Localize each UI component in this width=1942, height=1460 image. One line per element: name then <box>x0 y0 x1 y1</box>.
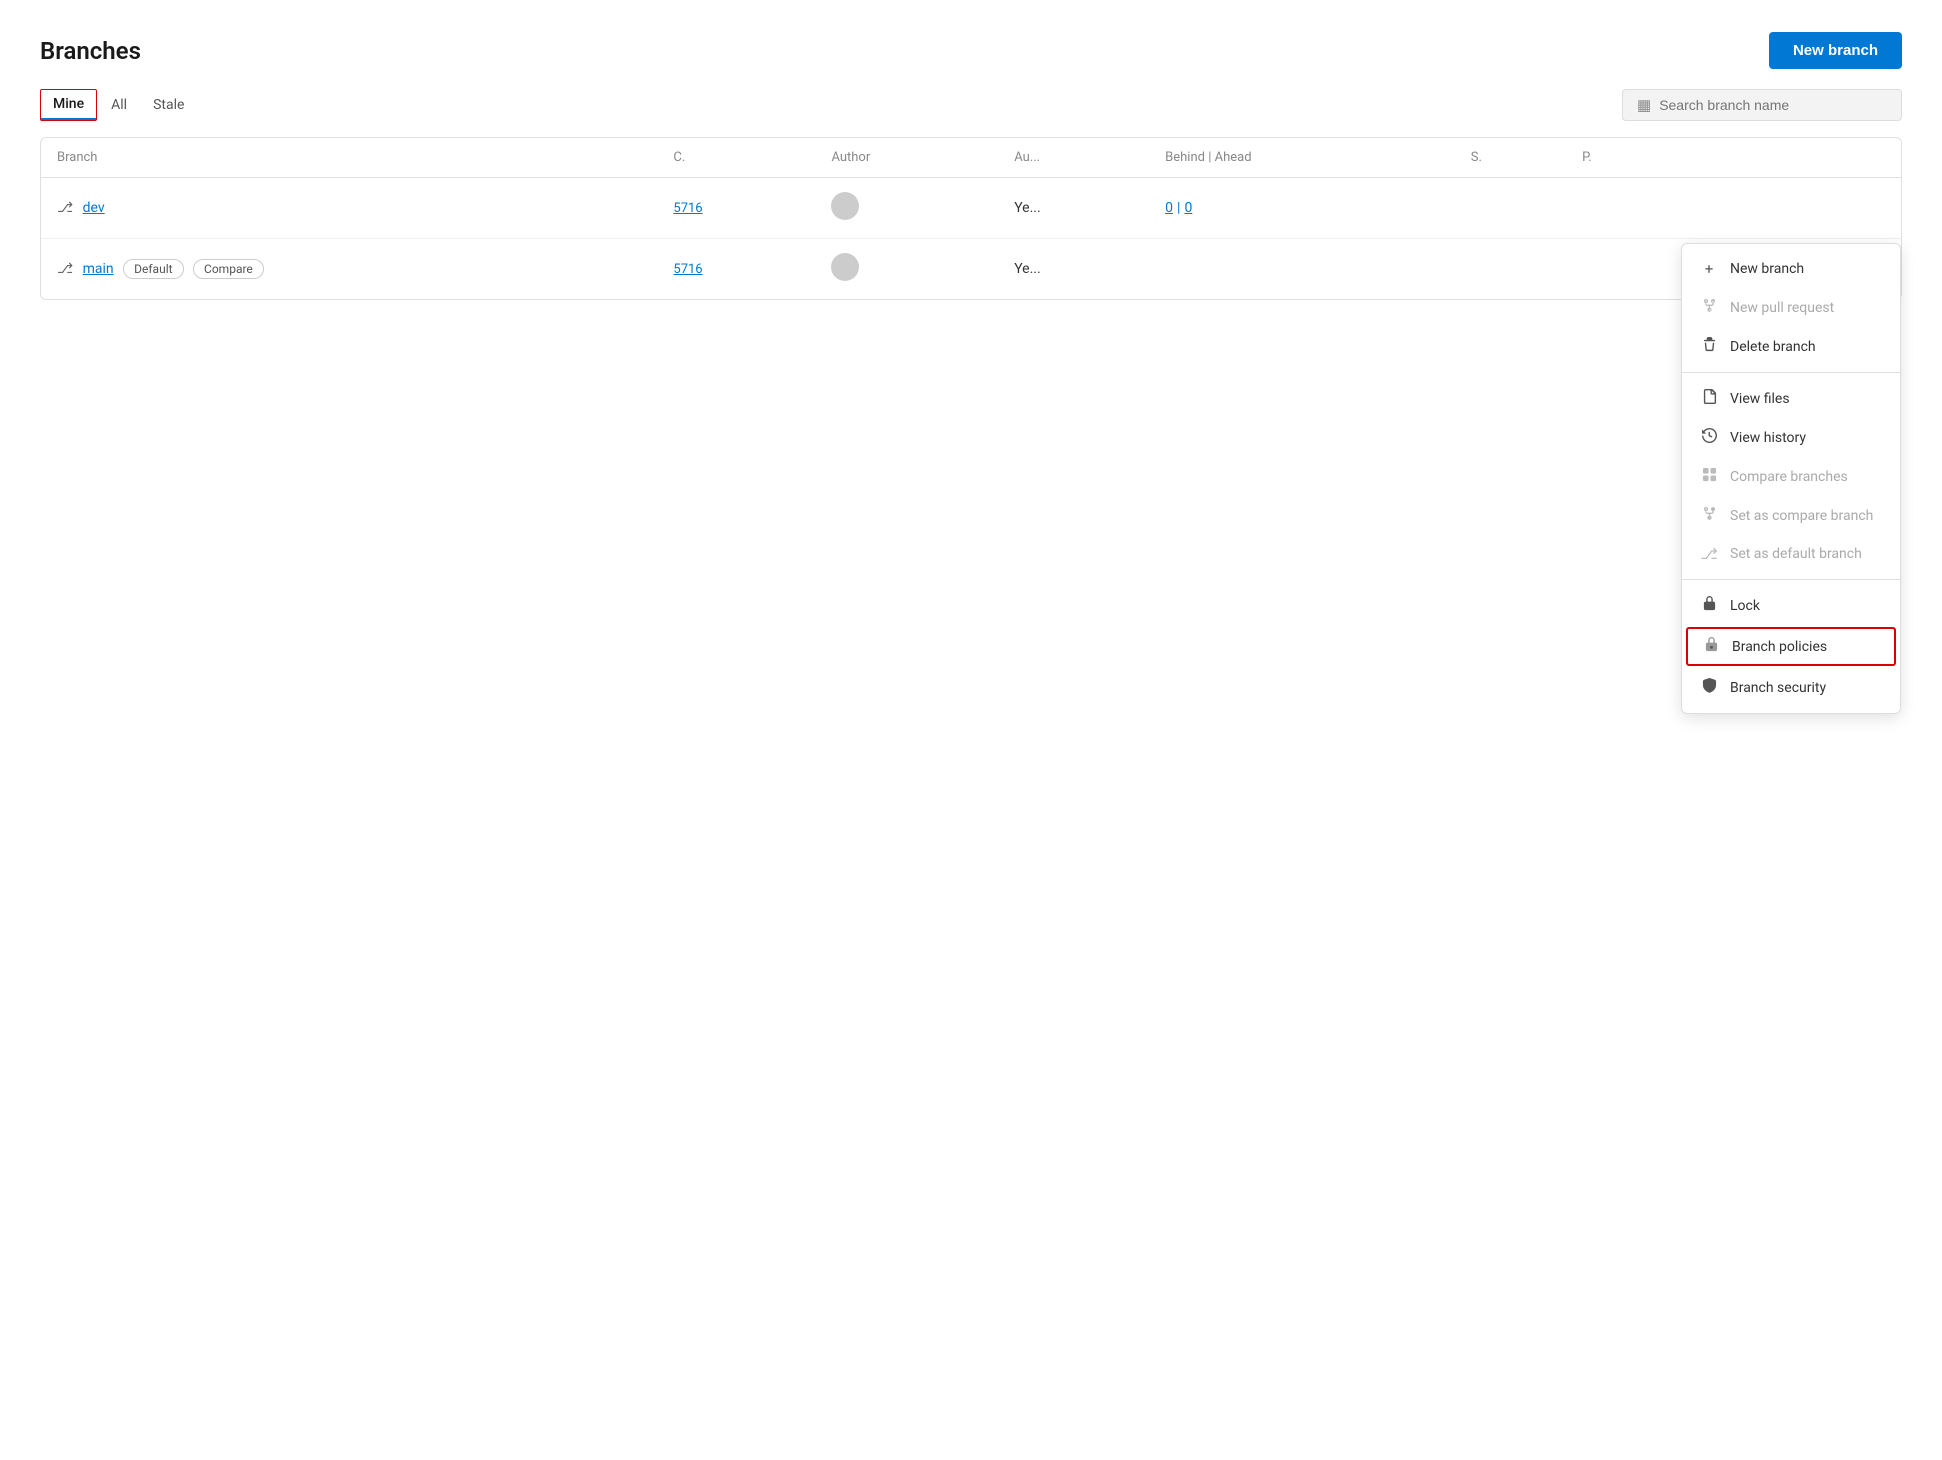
branch-security-icon <box>1700 678 1718 697</box>
new-branch-button[interactable]: New branch <box>1769 32 1902 69</box>
branch-icon: ⎇ <box>57 200 73 216</box>
dropdown-item-view-files[interactable]: View files <box>1682 379 1900 418</box>
set-compare-icon <box>1700 506 1718 525</box>
branches-page: Branches New branch Mine All Stale ▦ <box>0 0 1942 332</box>
dropdown-label-compare-branches: Compare branches <box>1730 469 1848 485</box>
dropdown-item-delete-branch[interactable]: Delete branch <box>1682 327 1900 366</box>
search-box[interactable]: ▦ <box>1622 89 1902 121</box>
p-cell-main <box>1566 239 1673 300</box>
commit-link-main[interactable]: 5716 <box>673 262 702 277</box>
page-header: Branches New branch <box>40 32 1902 69</box>
branches-table-container: Branch C. Author Au... Behind | Ahead S.… <box>40 137 1902 300</box>
dropdown-label-set-default: Set as default branch <box>1730 546 1862 562</box>
behind-ahead-divider: | <box>1175 200 1182 216</box>
dropdown-label-view-history: View history <box>1730 430 1806 446</box>
dropdown-item-new-branch[interactable]: + New branch <box>1682 250 1900 288</box>
branch-name-dev[interactable]: dev <box>83 200 105 216</box>
s-cell-main <box>1455 239 1566 300</box>
dropdown-label-lock: Lock <box>1730 598 1760 614</box>
author-avatar-cell <box>815 178 998 239</box>
toolbar: Mine All Stale ▦ <box>40 89 1902 121</box>
filter-icon: ▦ <box>1637 96 1651 114</box>
search-input[interactable] <box>1659 97 1887 113</box>
page-title: Branches <box>40 37 141 65</box>
commit-link-dev[interactable]: 5716 <box>673 201 702 216</box>
col-commits: C. <box>657 138 815 178</box>
actions-cell-dev <box>1673 178 1901 239</box>
col-behind-ahead: Behind | Ahead <box>1149 138 1455 178</box>
ahead-count-dev[interactable]: 0 <box>1184 200 1192 216</box>
col-s: S. <box>1455 138 1566 178</box>
authored-cell: Ye... <box>998 178 1149 239</box>
dropdown-item-branch-security[interactable]: Branch security <box>1682 668 1900 707</box>
col-actions <box>1673 138 1901 178</box>
dropdown-item-lock[interactable]: Lock <box>1682 586 1900 625</box>
avatar-main <box>831 253 859 281</box>
dropdown-item-compare-branches: Compare branches <box>1682 457 1900 496</box>
context-dropdown-menu: + New branch New pull request <box>1681 243 1901 714</box>
pull-request-icon <box>1700 298 1718 317</box>
branch-icon-main: ⎇ <box>57 261 73 277</box>
plus-icon: + <box>1700 260 1718 278</box>
author-avatar-cell-main <box>815 239 998 300</box>
commit-cell-main: 5716 <box>657 239 815 300</box>
col-p: P. <box>1566 138 1673 178</box>
badge-default: Default <box>123 259 183 279</box>
branch-policies-icon <box>1702 637 1720 656</box>
divider-1 <box>1682 372 1900 373</box>
tab-mine[interactable]: Mine <box>40 89 97 121</box>
avatar-dev <box>831 192 859 220</box>
tab-stale[interactable]: Stale <box>141 91 196 121</box>
s-cell-dev <box>1455 178 1566 239</box>
table-row: ⎇ dev 5716 Ye... 0 | 0 <box>41 178 1901 239</box>
divider-2 <box>1682 579 1900 580</box>
dropdown-item-set-default: ⎇ Set as default branch <box>1682 535 1900 573</box>
file-icon <box>1700 389 1718 408</box>
dropdown-item-branch-policies[interactable]: Branch policies <box>1686 627 1896 666</box>
commit-cell: 5716 <box>657 178 815 239</box>
dropdown-label-new-pull-request: New pull request <box>1730 300 1834 316</box>
history-icon <box>1700 428 1718 447</box>
table-row: ⎇ main Default Compare 5716 Ye... <box>41 239 1901 300</box>
dropdown-label-view-files: View files <box>1730 391 1790 407</box>
behind-ahead-cell-main <box>1149 239 1455 300</box>
badge-compare: Compare <box>193 259 264 279</box>
dropdown-label-new-branch: New branch <box>1730 261 1804 277</box>
col-branch: Branch <box>41 138 657 178</box>
behind-ahead-cell: 0 | 0 <box>1149 178 1455 239</box>
col-authored: Au... <box>998 138 1149 178</box>
behind-count-dev[interactable]: 0 <box>1165 200 1173 216</box>
p-cell-dev <box>1566 178 1673 239</box>
behind-ahead-dev: 0 | 0 <box>1165 200 1439 216</box>
lock-icon <box>1700 596 1718 615</box>
dropdown-item-set-compare: Set as compare branch <box>1682 496 1900 535</box>
authored-cell-main: Ye... <box>998 239 1149 300</box>
table-header-row: Branch C. Author Au... Behind | Ahead S.… <box>41 138 1901 178</box>
dropdown-label-branch-security: Branch security <box>1730 680 1826 696</box>
col-author: Author <box>815 138 998 178</box>
compare-icon <box>1700 467 1718 486</box>
delete-icon <box>1700 337 1718 356</box>
set-default-icon: ⎇ <box>1700 545 1718 563</box>
branch-cell: ⎇ dev <box>41 178 657 239</box>
branch-cell-main: ⎇ main Default Compare <box>41 239 657 300</box>
branch-name-main[interactable]: main <box>83 261 114 277</box>
dropdown-label-set-compare: Set as compare branch <box>1730 508 1873 524</box>
tab-all[interactable]: All <box>99 91 139 121</box>
dropdown-item-view-history[interactable]: View history <box>1682 418 1900 457</box>
branches-table: Branch C. Author Au... Behind | Ahead S.… <box>41 138 1901 299</box>
dropdown-label-branch-policies: Branch policies <box>1732 639 1827 655</box>
dropdown-label-delete-branch: Delete branch <box>1730 339 1816 355</box>
dropdown-item-new-pull-request: New pull request <box>1682 288 1900 327</box>
tab-group: Mine All Stale <box>40 89 196 121</box>
